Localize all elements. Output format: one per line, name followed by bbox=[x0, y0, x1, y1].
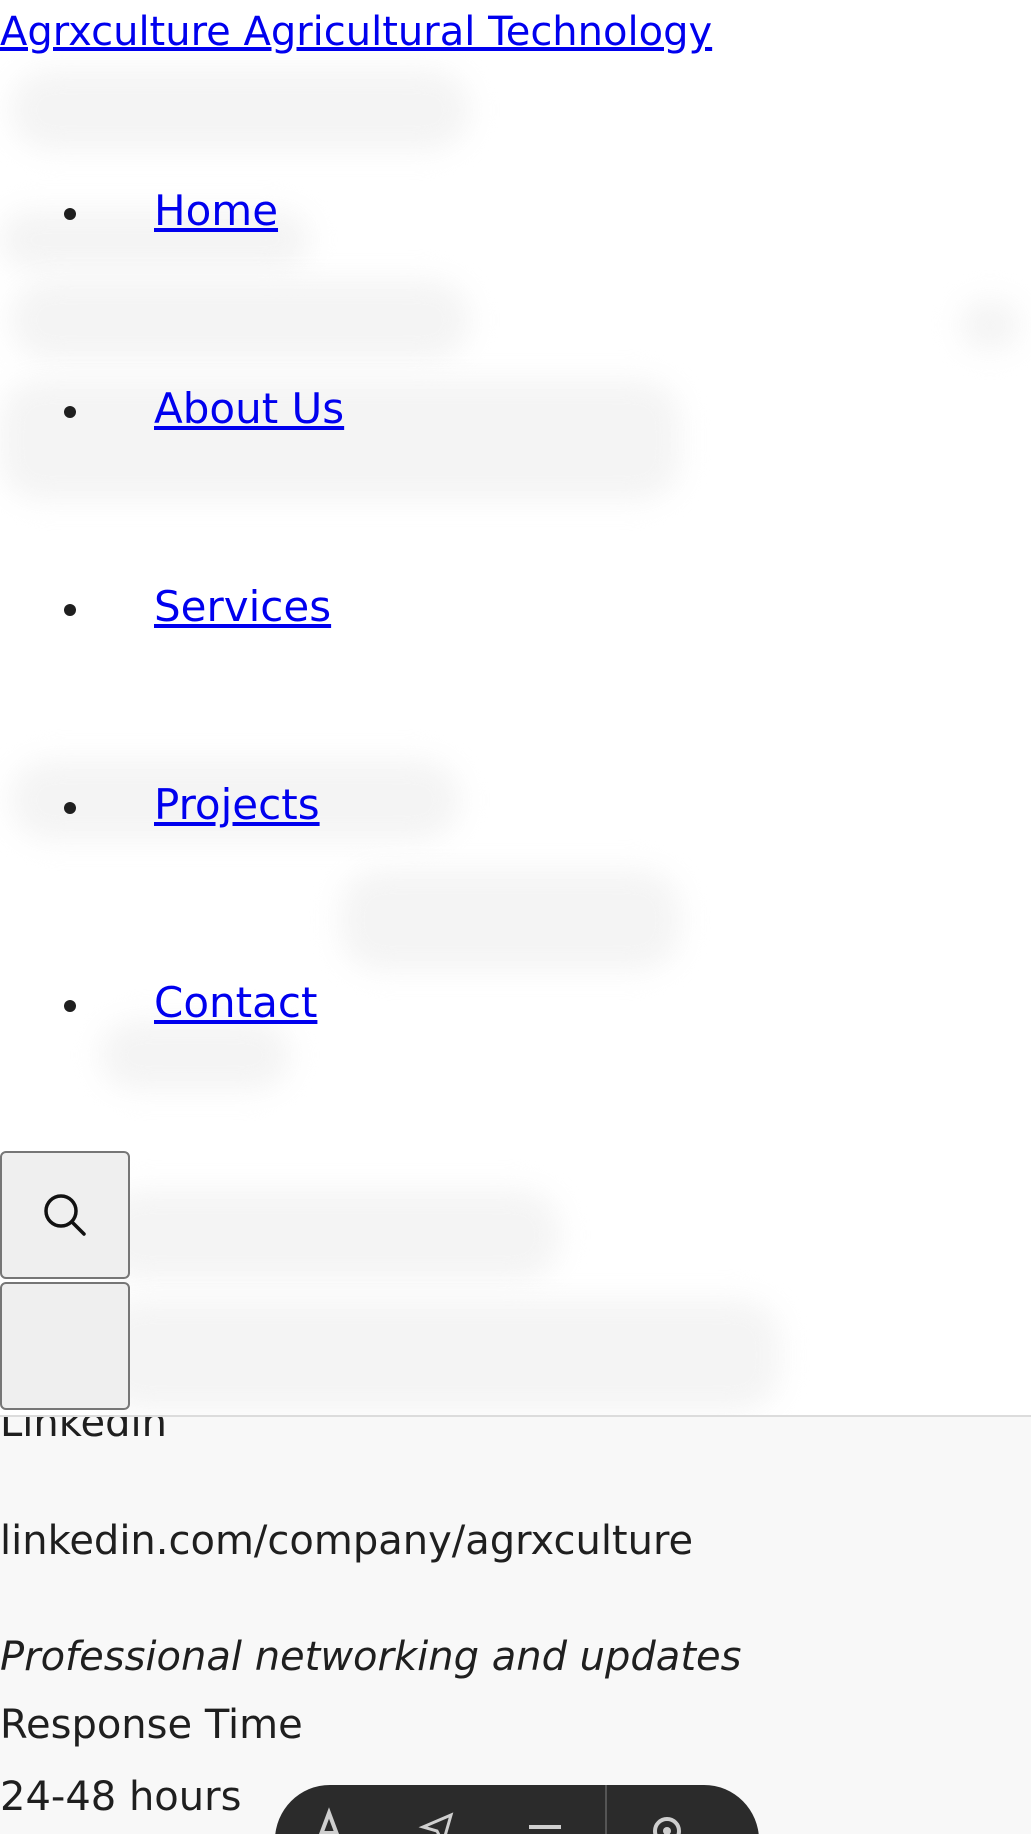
nav-item-about: About Us bbox=[0, 310, 1031, 508]
main-nav: Home About Us Services Projects Contact bbox=[0, 112, 1031, 1102]
nav-item-home: Home bbox=[0, 112, 1031, 310]
brand-link[interactable]: Agrxculture Agricultural Technology bbox=[0, 8, 712, 56]
nav-link-contact[interactable]: Contact bbox=[154, 978, 317, 1028]
text-icon[interactable] bbox=[275, 1807, 383, 1834]
line-icon[interactable] bbox=[491, 1807, 599, 1834]
linkedin-label: Linkedin bbox=[0, 1415, 167, 1446]
contact-info-section: Linkedin linkedin.com/company/agrxcultur… bbox=[0, 1415, 1031, 1834]
nav-item-contact: Contact bbox=[0, 904, 1031, 1102]
nav-item-services: Services bbox=[0, 508, 1031, 706]
list-bullet bbox=[64, 802, 76, 814]
menu-toggle-button[interactable] bbox=[0, 1282, 130, 1410]
toolbar-divider bbox=[605, 1785, 607, 1834]
search-icon bbox=[44, 1194, 86, 1236]
response-time-value: 24-48 hours bbox=[0, 1774, 242, 1820]
floating-toolbar bbox=[275, 1785, 759, 1834]
blurred-block bbox=[100, 1190, 560, 1280]
settings-icon[interactable] bbox=[613, 1807, 721, 1834]
send-icon[interactable] bbox=[383, 1807, 491, 1834]
page: Agrxculture Agricultural Technology Home… bbox=[0, 0, 1031, 1834]
response-time-label: Response Time bbox=[0, 1702, 303, 1748]
blurred-block bbox=[100, 1300, 780, 1410]
list-bullet bbox=[64, 406, 76, 418]
nav-link-about[interactable]: About Us bbox=[154, 384, 344, 434]
nav-item-projects: Projects bbox=[0, 706, 1031, 904]
list-bullet bbox=[64, 1000, 76, 1012]
nav-link-projects[interactable]: Projects bbox=[154, 780, 320, 830]
linkedin-url: linkedin.com/company/agrxculture bbox=[0, 1518, 694, 1564]
list-bullet bbox=[64, 208, 76, 220]
search-button[interactable] bbox=[0, 1151, 130, 1279]
nav-link-home[interactable]: Home bbox=[154, 186, 278, 236]
linkedin-note: Professional networking and updates bbox=[0, 1634, 742, 1680]
list-bullet bbox=[64, 604, 76, 616]
nav-link-services[interactable]: Services bbox=[154, 582, 331, 632]
